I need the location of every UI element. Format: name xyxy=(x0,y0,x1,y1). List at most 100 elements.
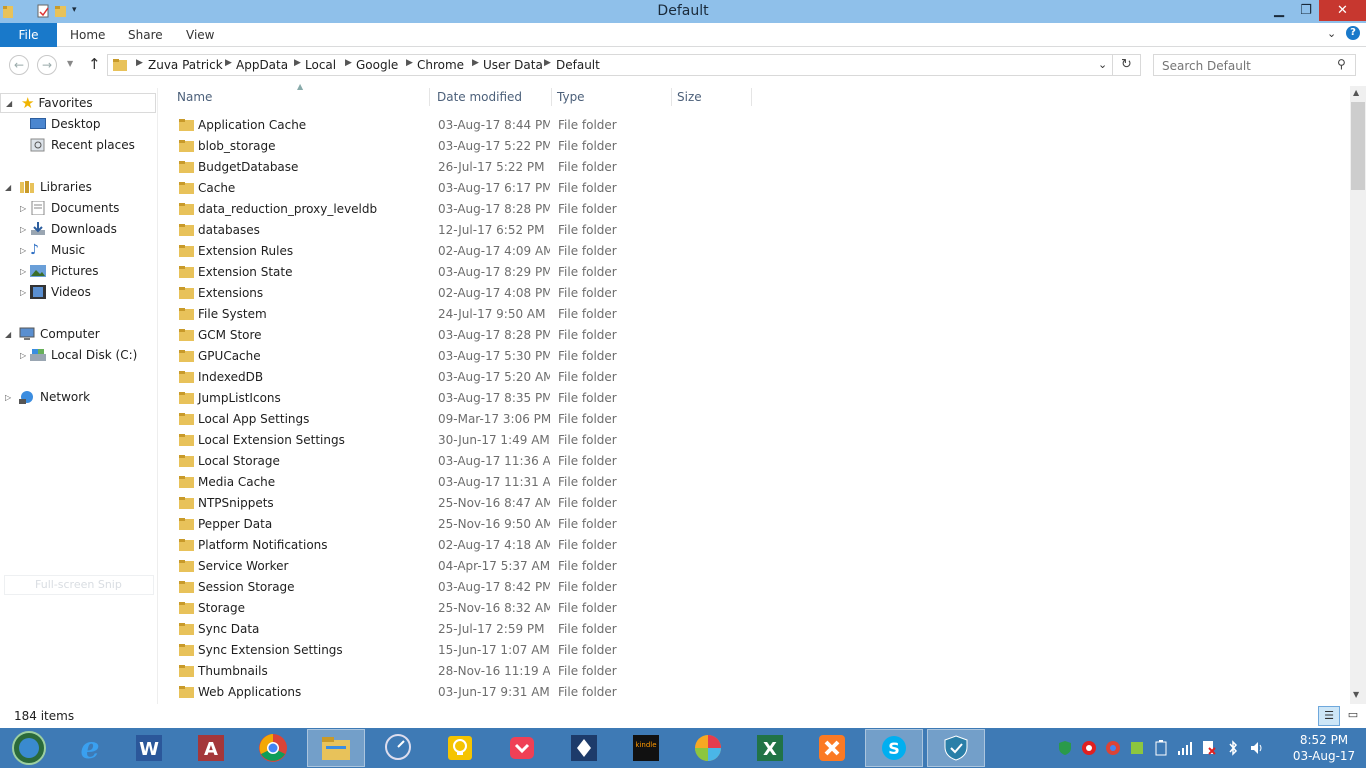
table-row[interactable]: BudgetDatabase 26-Jul-17 5:22 PM File fold… xyxy=(174,157,617,178)
breadcrumb-separator[interactable]: ▶ xyxy=(225,58,232,68)
nav-desktop[interactable]: Desktop xyxy=(30,114,101,134)
wifi-signal-icon[interactable] xyxy=(1177,740,1193,756)
back-button[interactable]: ← xyxy=(9,55,29,75)
scroll-down-icon[interactable]: ▼ xyxy=(1353,690,1359,699)
search-box[interactable]: ⚲ xyxy=(1153,54,1356,76)
forward-button[interactable]: → xyxy=(37,55,57,75)
table-row[interactable]: Sync Data 25-Jul-17 2:59 PM File folder xyxy=(174,619,617,640)
table-row[interactable]: Thumbnails 28-Nov-16 11:19 A... File folde… xyxy=(174,661,617,682)
column-header-type[interactable]: Type xyxy=(552,88,672,106)
excel-icon[interactable]: X xyxy=(741,729,799,767)
chrome-icon[interactable] xyxy=(244,729,302,767)
table-row[interactable]: Service Worker 04-Apr-17 5:37 AM File fold… xyxy=(174,556,617,577)
table-row[interactable]: Session Storage 03-Aug-17 8:42 PM File fol… xyxy=(174,577,617,598)
nav-libraries[interactable]: ◢ Libraries xyxy=(5,177,92,197)
access-icon[interactable]: A xyxy=(182,729,240,767)
volume-icon[interactable] xyxy=(1249,740,1265,756)
breadcrumb-zuva-patrick[interactable]: Zuva Patrick xyxy=(148,58,223,72)
minimize-button[interactable]: ▁ xyxy=(1265,0,1293,21)
kindle-icon[interactable]: kindle xyxy=(617,729,675,767)
nav-documents[interactable]: ▷ Documents xyxy=(20,198,119,218)
nav-network[interactable]: ▷ Network xyxy=(5,387,90,407)
table-row[interactable]: Extension State 03-Aug-17 8:29 PM File fol… xyxy=(174,262,617,283)
column-header-date[interactable]: Date modified xyxy=(432,88,552,106)
nav-computer[interactable]: ◢ Computer xyxy=(5,324,100,344)
restore-button[interactable]: ❐ xyxy=(1293,0,1319,21)
tab-view[interactable]: View xyxy=(186,23,214,47)
expand-arrow-icon[interactable]: ▷ xyxy=(20,288,30,297)
table-row[interactable]: Web Applications 03-Jun-17 9:31 AM File fo… xyxy=(174,682,617,703)
breadcrumb-default[interactable]: Default xyxy=(556,58,600,72)
tab-file[interactable]: File xyxy=(0,23,57,47)
vertical-scrollbar[interactable]: ▲ ▼ xyxy=(1350,86,1366,704)
expand-arrow-icon[interactable]: ▷ xyxy=(20,267,30,276)
table-row[interactable]: data_reduction_proxy_leveldb 03-Aug-17 8:… xyxy=(174,199,617,220)
table-row[interactable]: File System 24-Jul-17 9:50 AM File folder xyxy=(174,304,617,325)
table-row[interactable]: Pepper Data 25-Nov-16 9:50 AM File folder xyxy=(174,514,617,535)
table-row[interactable]: NTPSnippets 25-Nov-16 8:47 AM File folder xyxy=(174,493,617,514)
breadcrumb-separator[interactable]: ▶ xyxy=(406,58,413,68)
breadcrumb-user-data[interactable]: User Data xyxy=(483,58,543,72)
address-dropdown-icon[interactable]: ⌄ xyxy=(1098,58,1107,71)
system-clock[interactable]: 8:52 PM 03-Aug-17 xyxy=(1284,732,1364,764)
breadcrumb-separator[interactable]: ▶ xyxy=(544,58,551,68)
collapse-arrow-icon[interactable]: ◢ xyxy=(5,183,19,192)
word-icon[interactable]: W xyxy=(120,729,178,767)
security-shield-icon[interactable] xyxy=(927,729,985,767)
ribbon-expand-icon[interactable]: ⌄ xyxy=(1327,27,1336,40)
table-row[interactable]: GPUCache 03-Aug-17 5:30 PM File folder xyxy=(174,346,617,367)
table-row[interactable]: IndexedDB 03-Aug-17 5:20 AM File folder xyxy=(174,367,617,388)
nav-music[interactable]: ▷ ♪ Music xyxy=(20,240,85,260)
collapse-arrow-icon[interactable]: ◢ xyxy=(5,330,19,339)
column-header-size[interactable]: Size xyxy=(672,88,752,106)
table-row[interactable]: Application Cache 03-Aug-17 8:44 PM File f… xyxy=(174,115,617,136)
nav-videos[interactable]: ▷ Videos xyxy=(20,282,91,302)
expand-arrow-icon[interactable]: ▷ xyxy=(20,204,30,213)
table-row[interactable]: GCM Store 03-Aug-17 8:28 PM File folder xyxy=(174,325,617,346)
help-icon[interactable]: ? xyxy=(1346,26,1360,40)
table-row[interactable]: Platform Notifications 02-Aug-17 4:18 AM F… xyxy=(174,535,617,556)
table-row[interactable]: Media Cache 03-Aug-17 11:31 A... File fold… xyxy=(174,472,617,493)
expand-arrow-icon[interactable]: ▷ xyxy=(20,246,30,255)
table-row[interactable]: databases 12-Jul-17 6:52 PM File folder xyxy=(174,220,617,241)
breadcrumb-separator[interactable]: ▶ xyxy=(345,58,352,68)
details-view-icon[interactable]: ☰ xyxy=(1318,706,1340,726)
tab-home[interactable]: Home xyxy=(70,23,105,47)
expand-arrow-icon[interactable]: ▷ xyxy=(20,225,30,234)
search-icon[interactable]: ⚲ xyxy=(1337,57,1346,71)
breadcrumb-appdata[interactable]: AppData xyxy=(236,58,288,72)
bluetooth-icon[interactable] xyxy=(1225,740,1241,756)
nav-pictures[interactable]: ▷ Pictures xyxy=(20,261,99,281)
breadcrumb-local[interactable]: Local xyxy=(305,58,336,72)
nav-local-disk[interactable]: ▷ Local Disk (C:) xyxy=(20,345,137,365)
internet-explorer-icon[interactable]: e xyxy=(61,729,119,767)
address-bar[interactable]: ▶ Zuva Patrick ▶ AppData ▶ Local ▶ Googl… xyxy=(107,54,1141,76)
lightbulb-icon[interactable] xyxy=(431,729,489,767)
pocket-icon[interactable] xyxy=(493,729,551,767)
table-row[interactable]: Extensions 02-Aug-17 4:08 PM File folder xyxy=(174,283,617,304)
shield-tray-icon[interactable] xyxy=(1057,740,1073,756)
start-orb-icon[interactable] xyxy=(0,729,58,767)
network-meter-icon[interactable] xyxy=(369,729,427,767)
tab-share[interactable]: Share xyxy=(128,23,163,47)
nav-downloads[interactable]: ▷ Downloads xyxy=(20,219,117,239)
table-row[interactable]: Sync Extension Settings 15-Jun-17 1:07 AM… xyxy=(174,640,617,661)
action-center-icon[interactable] xyxy=(1201,740,1217,756)
table-row[interactable]: Local App Settings 09-Mar-17 3:06 PM File … xyxy=(174,409,617,430)
skype-icon[interactable]: S xyxy=(865,729,923,767)
up-button[interactable]: ↑ xyxy=(88,55,101,73)
recent-locations-icon[interactable]: ▼ xyxy=(67,59,73,68)
table-row[interactable]: Local Extension Settings 30-Jun-17 1:49 A… xyxy=(174,430,617,451)
nav-favorites[interactable]: ◢ ★ Favorites xyxy=(0,93,156,113)
scroll-thumb[interactable] xyxy=(1351,102,1365,190)
expand-arrow-icon[interactable]: ▷ xyxy=(5,393,19,402)
vpn-shield-icon[interactable] xyxy=(555,729,613,767)
close-button[interactable]: ✕ xyxy=(1319,0,1366,21)
breadcrumb-google[interactable]: Google xyxy=(356,58,398,72)
table-row[interactable]: Local Storage 03-Aug-17 11:36 A... File fo… xyxy=(174,451,617,472)
table-row[interactable]: Extension Rules 02-Aug-17 4:09 AM File fol… xyxy=(174,241,617,262)
table-row[interactable]: Storage 25-Nov-16 8:32 AM File folder xyxy=(174,598,617,619)
column-header-name[interactable]: Name xyxy=(172,88,430,106)
update-tray-icon[interactable] xyxy=(1129,740,1145,756)
collapse-arrow-icon[interactable]: ◢ xyxy=(1,99,21,108)
